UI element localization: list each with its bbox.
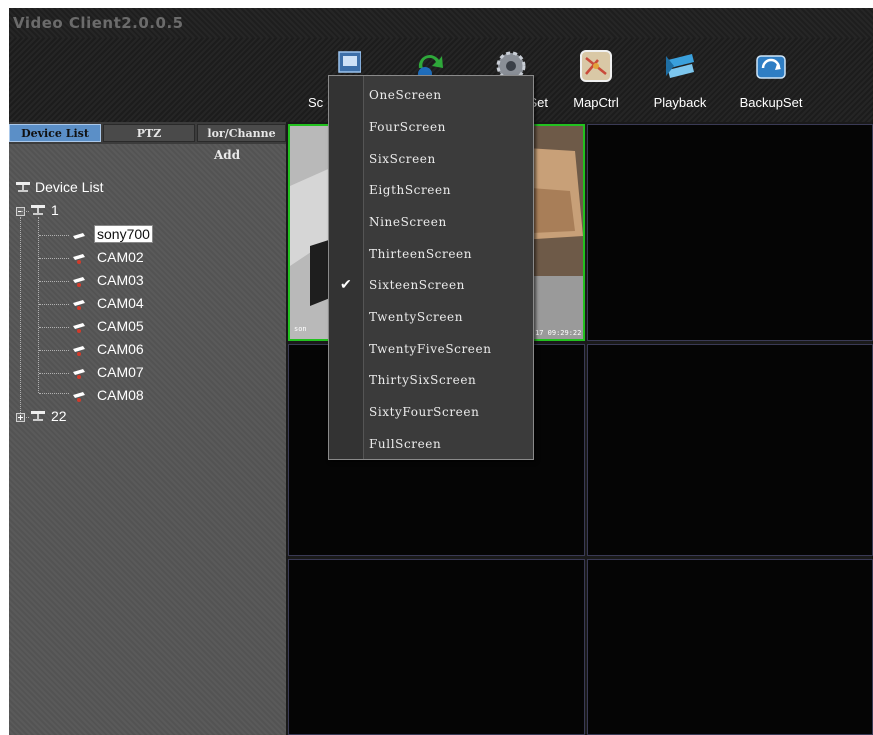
tab-ptz[interactable]: PTZ (103, 124, 195, 142)
menu-item-sixtyfourscreen[interactable]: SixtyFourScreen (329, 398, 533, 426)
tree-camera-cam04[interactable]: CAM04 (97, 294, 144, 312)
group-icon (31, 411, 45, 421)
map-icon (580, 50, 612, 82)
menu-item-thirtysixscreen[interactable]: ThirtySixScreen (329, 366, 533, 394)
checkmark-icon: ✔ (340, 277, 353, 293)
timestamp-left: son (294, 325, 307, 333)
tree-group-1[interactable]: 1 (51, 201, 59, 219)
timestamp-right: 17 09:29:22 (535, 329, 582, 337)
window-title: Video Client2.0.0.5 (13, 14, 184, 32)
video-cell-4[interactable] (587, 344, 873, 556)
menu-item-ninescreen[interactable]: NineScreen (329, 208, 533, 236)
backupset-button[interactable]: BackupSet (734, 48, 808, 118)
menu-item-fourscreen[interactable]: FourScreen (329, 113, 533, 141)
tree-camera-cam03[interactable]: CAM03 (97, 271, 144, 289)
menu-item-sixscreen[interactable]: SixScreen (329, 145, 533, 173)
menu-item-onescreen[interactable]: OneScreen (329, 81, 533, 109)
camera-icon (73, 277, 85, 287)
video-cell-5[interactable] (288, 559, 585, 735)
menu-item-twentyfivescreen[interactable]: TwentyFiveScreen (329, 335, 533, 363)
backup-icon (756, 55, 786, 79)
camera-icon (73, 323, 85, 333)
menu-item-twentyscreen[interactable]: TwentyScreen (329, 303, 533, 331)
camera-icon (73, 254, 85, 264)
title-bar: Video Client2.0.0.5 (9, 8, 873, 38)
tree-camera-cam05[interactable]: CAM05 (97, 317, 144, 335)
menu-item-eigthscreen[interactable]: EigthScreen (329, 176, 533, 204)
tree-camera-cam08[interactable]: CAM08 (97, 386, 144, 404)
tree-group-22[interactable]: 22 (51, 407, 67, 425)
mapctrl-label: MapCtrl (573, 95, 619, 110)
left-panel-tabs: Device List PTZ lor/Channe (9, 122, 286, 144)
tree-camera-cam06[interactable]: CAM06 (97, 340, 144, 358)
menu-item-fullscreen[interactable]: FullScreen (329, 430, 533, 458)
screen-layout-menu: OneScreen FourScreen SixScreen EigthScre… (328, 75, 534, 460)
add-button[interactable]: Add (214, 148, 240, 162)
device-list-icon (16, 182, 30, 192)
playback-button[interactable]: Playback (643, 48, 717, 118)
tab-device-list[interactable]: Device List (9, 124, 101, 142)
tab-color-channel[interactable]: lor/Channe (197, 124, 286, 142)
backupset-label: BackupSet (739, 95, 803, 110)
tree-camera-sony700[interactable]: sony700 (94, 225, 153, 243)
video-cell-2[interactable] (587, 124, 873, 341)
tree-camera-cam02[interactable]: CAM02 (97, 248, 144, 266)
camera-icon (73, 392, 85, 402)
mapctrl-button[interactable]: MapCtrl (559, 48, 633, 118)
camera-icon (73, 369, 85, 379)
group-icon (31, 205, 45, 215)
video-cell-6[interactable] (587, 559, 873, 735)
playback-label: Playback (653, 95, 707, 110)
tree-root[interactable]: Device List (35, 178, 103, 196)
group-22-expand-toggle[interactable] (16, 413, 25, 422)
menu-item-thirteenscreen[interactable]: ThirteenScreen (329, 240, 533, 268)
playback-icon (666, 54, 694, 78)
camera-icon (73, 300, 85, 310)
camera-icon (73, 233, 85, 239)
tree-camera-cam07[interactable]: CAM07 (97, 363, 144, 381)
menu-item-sixteenscreen[interactable]: ✔ SixteenScreen (329, 271, 533, 299)
app-window: Video Client2.0.0.5 Sc Set MapCtrl Playb… (9, 8, 873, 735)
left-panel: Device List PTZ lor/Channe Add Device Li… (9, 122, 286, 735)
camera-icon (73, 346, 85, 356)
